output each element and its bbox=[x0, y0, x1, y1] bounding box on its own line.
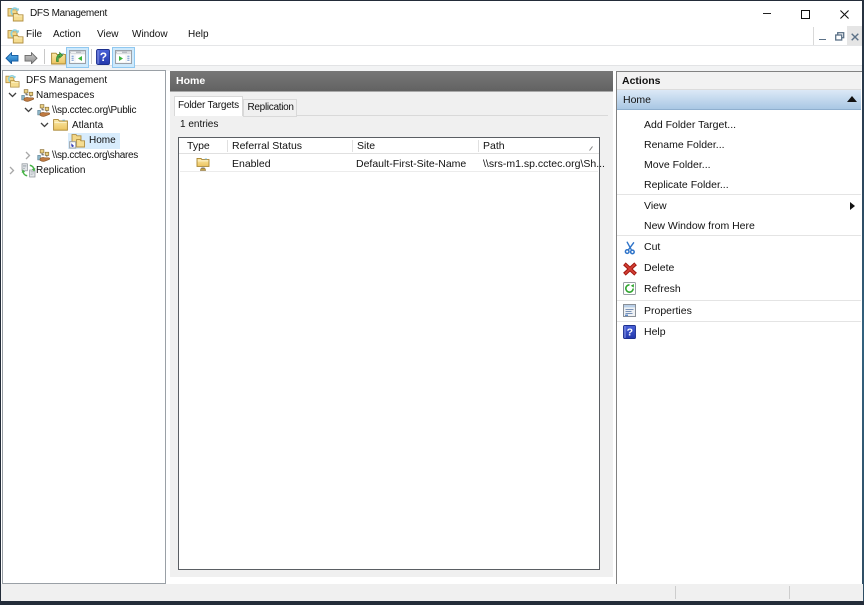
svg-text:?: ? bbox=[627, 327, 633, 339]
svg-text:?: ? bbox=[100, 50, 107, 64]
